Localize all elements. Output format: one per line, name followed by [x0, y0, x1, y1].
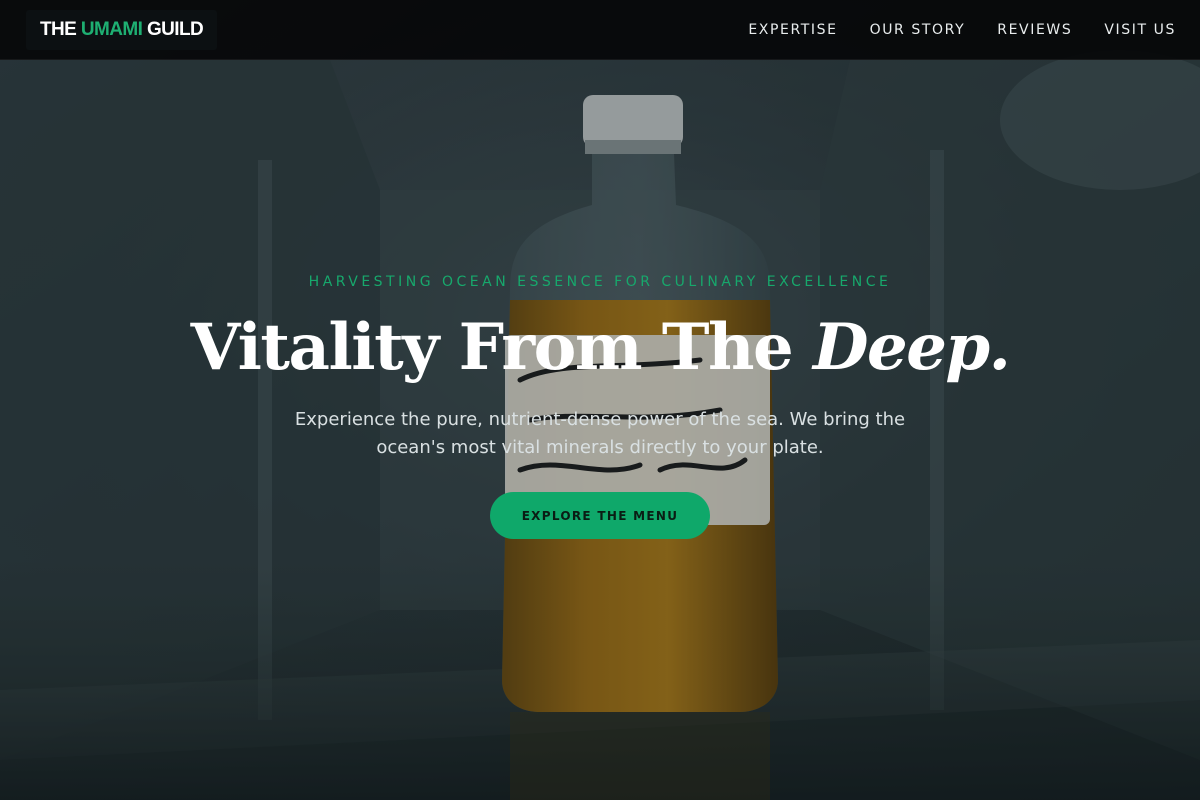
- nav-link-expertise[interactable]: EXPERTISE: [748, 22, 837, 38]
- brand-suffix-text: GUILD: [146, 19, 204, 40]
- nav-link-reviews[interactable]: REVIEWS: [997, 22, 1072, 38]
- hero-headline-emphasis: Deep.: [812, 310, 1011, 385]
- top-navbar: THE UMAMI GUILD EXPERTISE OUR STORY REVI…: [0, 0, 1200, 60]
- hero-subtitle: Experience the pure, nutrient-dense powe…: [294, 409, 906, 458]
- nav-link-our-story[interactable]: OUR STORY: [870, 22, 966, 38]
- nav-links: EXPERTISE OUR STORY REVIEWS VISIT US: [748, 0, 1176, 60]
- hero-headline: Vitality From The Deep.: [0, 306, 1200, 390]
- hero-section: HARVESTING OCEAN ESSENCE FOR CULINARY EX…: [0, 60, 1200, 800]
- explore-menu-button[interactable]: EXPLORE THE MENU: [490, 492, 710, 539]
- brand-suffix: GUILD: [142, 19, 204, 40]
- brand-logo[interactable]: THE UMAMI GUILD: [40, 19, 204, 41]
- brand-prefix: THE: [40, 19, 77, 40]
- hero-headline-main: Vitality From The: [190, 310, 794, 385]
- hero-eyebrow: HARVESTING OCEAN ESSENCE FOR CULINARY EX…: [308, 274, 892, 290]
- brand-accent-word: UMAMI: [80, 19, 143, 40]
- logo-container: THE UMAMI GUILD: [26, 10, 218, 50]
- nav-link-visit-us[interactable]: VISIT US: [1104, 22, 1176, 38]
- landing-page: THE UMAMI GUILD EXPERTISE OUR STORY REVI…: [0, 0, 1200, 800]
